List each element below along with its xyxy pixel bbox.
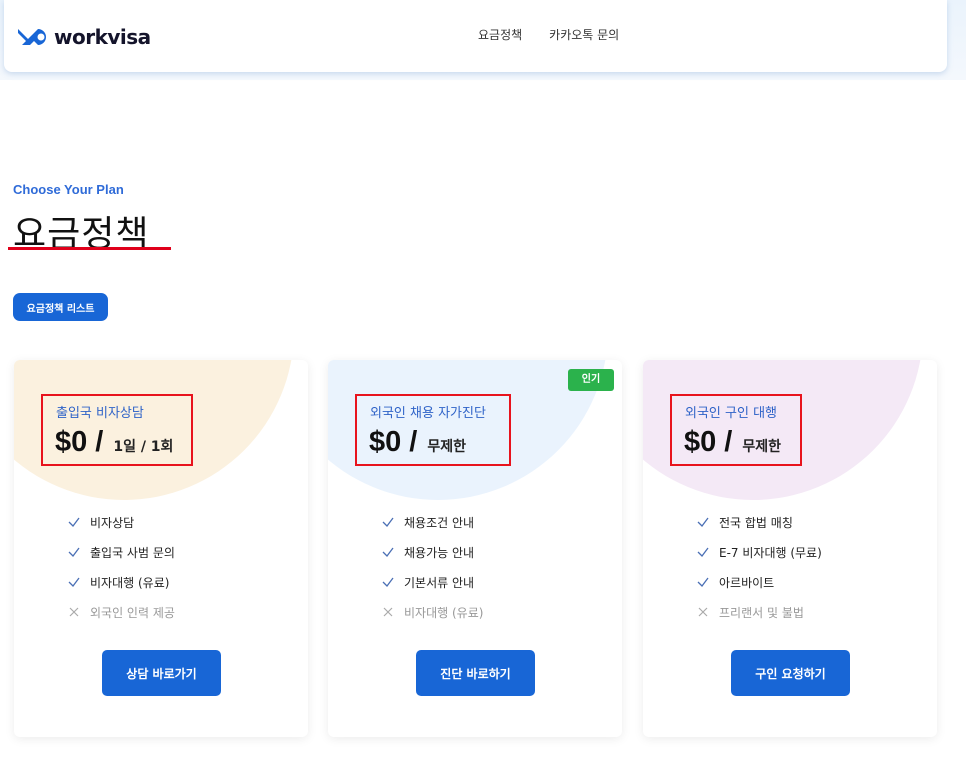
feature-label: 채용가능 안내	[404, 545, 475, 560]
price-separator: /	[95, 426, 104, 458]
x-icon	[698, 607, 708, 617]
feature-label: 출입국 사범 문의	[90, 545, 175, 560]
plan-highlight-box: 출입국 비자상담 $0 / 1일 / 1회	[41, 394, 193, 466]
feature-item: 전국 합법 매칭	[696, 507, 822, 537]
feature-label: E-7 비자대행 (무료)	[719, 545, 822, 560]
plan-card-self-diagnosis: 인기 외국인 채용 자가진단 $0 / 무제한 채용조건 안내 채용가능 안내 …	[328, 360, 622, 737]
feature-item-excluded: 외국인 인력 제공	[67, 597, 175, 627]
plan-name: 출입국 비자상담	[56, 406, 144, 421]
check-icon	[68, 577, 80, 587]
title-underline	[8, 247, 171, 250]
diagnosis-button[interactable]: 진단 바로하기	[416, 650, 535, 696]
feature-label: 프리랜서 및 불법	[719, 605, 804, 620]
plan-name: 외국인 구인 대행	[685, 406, 777, 421]
feature-label: 채용조건 안내	[404, 515, 475, 530]
check-icon	[382, 547, 394, 557]
plan-price: $0	[55, 426, 88, 458]
check-icon	[382, 577, 394, 587]
feature-label: 전국 합법 매칭	[719, 515, 793, 530]
feature-item: 비자대행 (유료)	[67, 567, 175, 597]
logo[interactable]: workvisa	[14, 25, 151, 49]
feature-item: 출입국 사범 문의	[67, 537, 175, 567]
feature-list: 비자상담 출입국 사범 문의 비자대행 (유료) 외국인 인력 제공	[67, 507, 175, 627]
consult-button[interactable]: 상담 바로가기	[102, 650, 221, 696]
feature-label: 기본서류 안내	[404, 575, 475, 590]
plan-highlight-box: 외국인 구인 대행 $0 / 무제한	[670, 394, 802, 466]
feature-label: 외국인 인력 제공	[90, 605, 175, 620]
popular-badge: 인기	[568, 369, 614, 391]
plan-price: $0	[369, 426, 402, 458]
feature-label: 아르바이트	[719, 575, 775, 590]
feature-label: 비자대행 (유료)	[90, 575, 170, 590]
nav-link-kakaotalk[interactable]: 카카오톡 문의	[549, 26, 619, 43]
section-eyebrow: Choose Your Plan	[13, 182, 124, 197]
price-unit: 1일 / 1회	[113, 439, 174, 455]
feature-list: 전국 합법 매칭 E-7 비자대행 (무료) 아르바이트 프리랜서 및 불법	[696, 507, 822, 627]
feature-label: 비자대행 (유료)	[404, 605, 484, 620]
plan-card-visa-consult: 출입국 비자상담 $0 / 1일 / 1회 비자상담 출입국 사범 문의 비자대…	[14, 360, 308, 737]
feature-item: E-7 비자대행 (무료)	[696, 537, 822, 567]
plan-card-recruitment: 외국인 구인 대행 $0 / 무제한 전국 합법 매칭 E-7 비자대행 (무료…	[643, 360, 937, 737]
price-row: $0 / 1일 / 1회	[55, 426, 173, 459]
plan-name: 외국인 채용 자가진단	[370, 406, 486, 421]
feature-label: 비자상담	[90, 515, 135, 530]
pricing-list-button[interactable]: 요금정책 리스트	[13, 293, 108, 321]
recruit-request-button[interactable]: 구인 요청하기	[731, 650, 850, 696]
nav-link-pricing[interactable]: 요금정책	[478, 26, 522, 43]
check-icon	[68, 547, 80, 557]
feature-item: 채용조건 안내	[381, 507, 483, 537]
price-separator: /	[724, 426, 733, 458]
plan-highlight-box: 외국인 채용 자가진단 $0 / 무제한	[355, 394, 511, 466]
price-row: $0 / 무제한	[684, 426, 781, 459]
feature-item: 기본서류 안내	[381, 567, 483, 597]
price-unit: 무제한	[427, 439, 466, 455]
logo-mark-icon	[18, 29, 46, 45]
feature-item-excluded: 프리랜서 및 불법	[696, 597, 822, 627]
price-separator: /	[409, 426, 418, 458]
plan-price: $0	[684, 426, 717, 458]
check-icon	[697, 517, 709, 527]
check-icon	[697, 577, 709, 587]
feature-list: 채용조건 안내 채용가능 안내 기본서류 안내 비자대행 (유료)	[381, 507, 483, 627]
check-icon	[382, 517, 394, 527]
x-icon	[69, 607, 79, 617]
check-icon	[697, 547, 709, 557]
x-icon	[383, 607, 393, 617]
feature-item: 채용가능 안내	[381, 537, 483, 567]
check-icon	[68, 517, 80, 527]
feature-item-excluded: 비자대행 (유료)	[381, 597, 483, 627]
price-row: $0 / 무제한	[369, 426, 466, 459]
logo-text: workvisa	[54, 25, 151, 49]
feature-item: 아르바이트	[696, 567, 822, 597]
feature-item: 비자상담	[67, 507, 175, 537]
price-unit: 무제한	[742, 439, 781, 455]
site-header: workvisa 요금정책 카카오톡 문의	[4, 0, 947, 72]
main-nav: 요금정책 카카오톡 문의	[478, 26, 619, 43]
